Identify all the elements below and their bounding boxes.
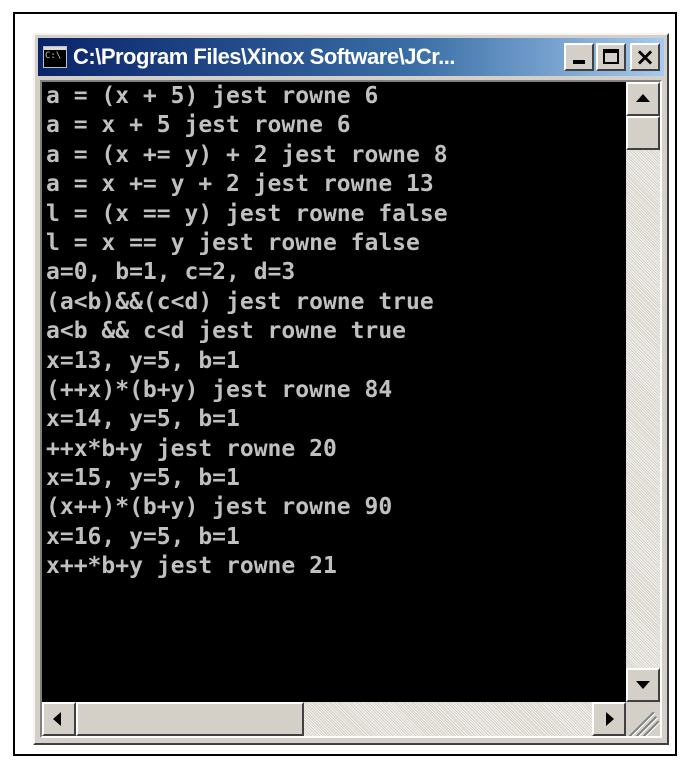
console-icon[interactable]: C:\: [43, 46, 67, 68]
scroll-left-button[interactable]: [42, 702, 76, 736]
console-line: (++x)*(b+y) jest rowne 84: [46, 376, 393, 403]
arrow-right-icon: [606, 712, 614, 726]
scroll-down-button[interactable]: [626, 668, 660, 702]
vertical-scrollbar[interactable]: [626, 82, 660, 702]
console-line: a = (x + 5) jest rowne 6: [46, 83, 379, 109]
console-line: a = x + 5 jest rowne 6: [46, 112, 351, 139]
horizontal-scroll-thumb[interactable]: [76, 702, 304, 736]
window-title: C:\Program Files\Xinox Software\JCr...: [73, 44, 456, 69]
title-bar[interactable]: C:\ C:\Program Files\Xinox Software\JCr.…: [38, 38, 664, 76]
console-line: a<b && c<d jest rowne true: [46, 318, 407, 345]
console-window: C:\ C:\Program Files\Xinox Software\JCr.…: [33, 33, 669, 745]
console-line: x=13, y=5, b=1: [46, 347, 240, 374]
vertical-scroll-thumb[interactable]: [626, 116, 660, 150]
minimize-button[interactable]: [564, 43, 594, 71]
console-line: x=15, y=5, b=1: [46, 465, 240, 492]
maximize-button[interactable]: [596, 43, 626, 71]
console-line: x=16, y=5, b=1: [46, 523, 240, 550]
close-icon: ×: [634, 43, 656, 71]
arrow-up-icon: [636, 94, 650, 102]
horizontal-scrollbar[interactable]: [42, 702, 626, 736]
console-line: l = (x == y) jest rowne false: [46, 200, 448, 227]
console-output[interactable]: a = (x + 5) jest rowne 6 a = x + 5 jest r…: [42, 82, 626, 702]
resize-grip-icon[interactable]: [626, 702, 660, 736]
console-line: a=0, b=1, c=2, d=3: [46, 259, 296, 286]
close-button[interactable]: ×: [630, 43, 660, 71]
console-line: l = x == y jest rowne false: [46, 229, 420, 256]
console-line: ++x*b+y jest rowne 20: [46, 435, 337, 462]
console-line: (x++)*(b+y) jest rowne 90: [46, 494, 393, 521]
console-area: a = (x + 5) jest rowne 6 a = x + 5 jest r…: [40, 80, 662, 738]
console-line: a = x += y + 2 jest rowne 13: [46, 171, 434, 198]
console-line: a = (x += y) + 2 jest rowne 8: [46, 141, 448, 168]
scroll-right-button[interactable]: [592, 702, 626, 736]
minimize-icon: [573, 60, 585, 64]
console-line: x=14, y=5, b=1: [46, 406, 240, 433]
arrow-down-icon: [636, 681, 650, 689]
console-line: (a<b)&&(c<d) jest rowne true: [46, 288, 434, 315]
console-line: x++*b+y jest rowne 21: [46, 553, 337, 580]
scroll-up-button[interactable]: [626, 82, 660, 116]
maximize-icon: [603, 49, 619, 64]
arrow-left-icon: [53, 712, 61, 726]
